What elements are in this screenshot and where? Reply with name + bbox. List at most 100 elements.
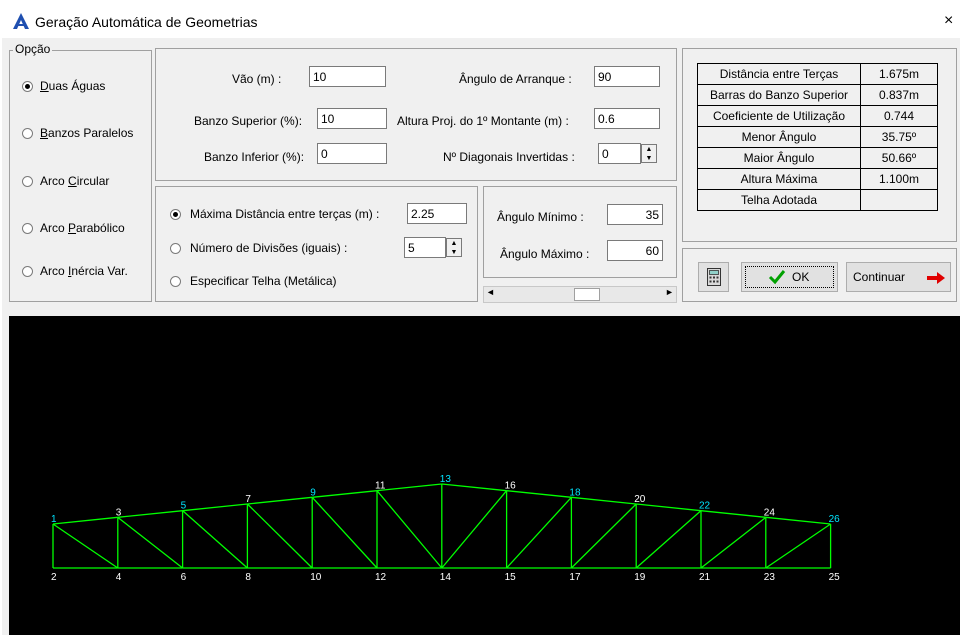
result-key: Altura Máxima — [697, 168, 861, 190]
option-label: Banzos Paralelos — [40, 126, 134, 140]
angles-scrollbar[interactable]: ◄ ► — [483, 286, 677, 303]
option-label: Arco Circular — [40, 174, 110, 188]
option-label: Arco Parabólico — [40, 221, 125, 235]
node-label-bottom: 12 — [375, 572, 387, 583]
angles-group — [483, 186, 677, 278]
radio-especificar-telha[interactable] — [170, 276, 181, 287]
truss-diagram: 1234567891011121314161518172019222124232… — [51, 474, 841, 583]
vao-input[interactable] — [309, 66, 386, 87]
diagonais-label: Nº Diagonais Invertidas : — [443, 150, 575, 164]
continuar-label: Continuar — [853, 270, 906, 284]
altura-proj-label: Altura Proj. do 1º Montante (m) : — [397, 114, 569, 128]
angulo-arranque-input[interactable] — [594, 66, 660, 87]
node-label-top: 3 — [116, 507, 122, 518]
top-chord-member — [247, 496, 313, 505]
calculator-button[interactable] — [698, 262, 729, 292]
top-chord-member — [636, 503, 702, 512]
top-chord-member — [376, 483, 442, 492]
diagonal-member — [117, 516, 184, 569]
maxima-distancia-label: Máxima Distância entre terças (m) : — [190, 207, 380, 221]
top-chord-member — [506, 490, 572, 498]
angulo-maximo-label: Ângulo Máximo : — [500, 247, 590, 261]
numero-divisoes-input[interactable] — [404, 237, 446, 258]
top-chord-member — [571, 496, 637, 505]
focus-rect — [745, 266, 834, 288]
node-label-bottom: 21 — [699, 572, 711, 583]
node-label-top: 11 — [375, 481, 386, 492]
node-label-bottom: 2 — [51, 572, 57, 583]
node-label-top: 26 — [829, 514, 841, 525]
arrow-right-icon — [927, 272, 945, 284]
diagonais-spinner[interactable]: ▲ ▼ — [641, 144, 657, 163]
vao-label: Vão (m) : — [232, 72, 282, 86]
top-chord-member — [117, 510, 183, 518]
diagonal-member — [376, 490, 443, 569]
node-label-top: 13 — [440, 474, 452, 485]
node-label-top: 16 — [505, 481, 517, 492]
numero-divisoes-spinner[interactable]: ▲ ▼ — [446, 238, 462, 257]
angulo-minimo-input[interactable] — [607, 204, 663, 225]
result-value: 35.75º — [860, 126, 938, 148]
top-chord-member — [765, 516, 831, 525]
angulo-arranque-label: Ângulo de Arranque : — [459, 72, 572, 86]
table-row: Telha Adotada — [697, 189, 938, 211]
continuar-button[interactable]: Continuar — [846, 262, 951, 292]
node-label-bottom: 4 — [116, 572, 122, 583]
table-row: Barras do Banzo Superior 0.837m — [697, 84, 938, 106]
top-chord-member — [700, 510, 766, 518]
ok-button[interactable]: OK — [741, 262, 838, 292]
calculator-icon — [706, 268, 721, 286]
node-label-bottom: 10 — [310, 572, 322, 583]
diagonal-member — [311, 496, 378, 569]
radio-maxima-distancia[interactable] — [170, 209, 181, 220]
altura-proj-input[interactable] — [594, 108, 660, 129]
diagonal-member — [506, 496, 572, 569]
scroll-thumb[interactable] — [573, 288, 600, 301]
node-label-bottom: 8 — [245, 572, 251, 583]
truss-canvas: 1 2 3 4 5 6 7 8 9 10 11 12 13 14 16 15 18 17 20 19 22 21 24 23 2… — [9, 316, 960, 635]
result-key: Barras do Banzo Superior — [697, 84, 861, 106]
diagonal-member — [700, 516, 767, 569]
radio-arco-parabolico[interactable] — [22, 223, 33, 234]
result-value: 0.837m — [860, 84, 938, 106]
banzo-superior-input[interactable] — [317, 108, 387, 129]
angulo-maximo-input[interactable] — [607, 240, 663, 261]
table-row: Altura Máxima 1.100m — [697, 168, 938, 190]
node-label-bottom: 14 — [440, 572, 452, 583]
node-label-bottom: 23 — [764, 572, 776, 583]
scroll-left-icon[interactable]: ◄ — [486, 287, 495, 297]
close-icon[interactable]: × — [944, 12, 953, 30]
maxima-distancia-input[interactable] — [407, 203, 467, 224]
radio-numero-divisoes[interactable] — [170, 243, 181, 254]
node-label-bottom: 19 — [634, 572, 646, 583]
radio-arco-circular[interactable] — [22, 176, 33, 187]
diagonais-input[interactable] — [598, 143, 641, 164]
numero-divisoes-label: Número de Divisões (iguais) : — [190, 241, 348, 255]
radio-arco-inercia[interactable] — [22, 266, 33, 277]
results-table: Distância entre Terças 1.675m Barras do B… — [697, 63, 938, 211]
node-label-bottom: 17 — [569, 572, 581, 583]
result-value: 50.66º — [860, 147, 938, 169]
top-chord-member — [441, 483, 507, 492]
top-chord-member — [52, 516, 118, 525]
node-label-top: 9 — [310, 487, 316, 498]
result-key: Menor Ângulo — [697, 126, 861, 148]
radio-banzos-paralelos[interactable] — [22, 128, 33, 139]
diagonal-member — [182, 510, 248, 569]
check-icon — [768, 270, 786, 285]
result-key: Telha Adotada — [697, 189, 861, 211]
table-row: Coeficiente de Utilização 0.744 — [697, 105, 938, 127]
scroll-right-icon[interactable]: ► — [665, 287, 674, 297]
diagonal-member — [52, 523, 119, 569]
node-label-top: 5 — [181, 501, 187, 512]
result-key: Maior Ângulo — [697, 147, 861, 169]
result-value: 1.675m — [860, 63, 938, 85]
node-label-bottom: 25 — [829, 572, 841, 583]
title-bar: Geração Automática de Geometrias × — [0, 0, 961, 38]
node-label-top: 22 — [699, 501, 711, 512]
banzo-inferior-input[interactable] — [317, 143, 387, 164]
node-label-top: 18 — [569, 487, 581, 498]
diagonal-member — [765, 523, 831, 569]
top-chord-member — [312, 490, 378, 498]
radio-duas-aguas[interactable] — [22, 81, 33, 92]
